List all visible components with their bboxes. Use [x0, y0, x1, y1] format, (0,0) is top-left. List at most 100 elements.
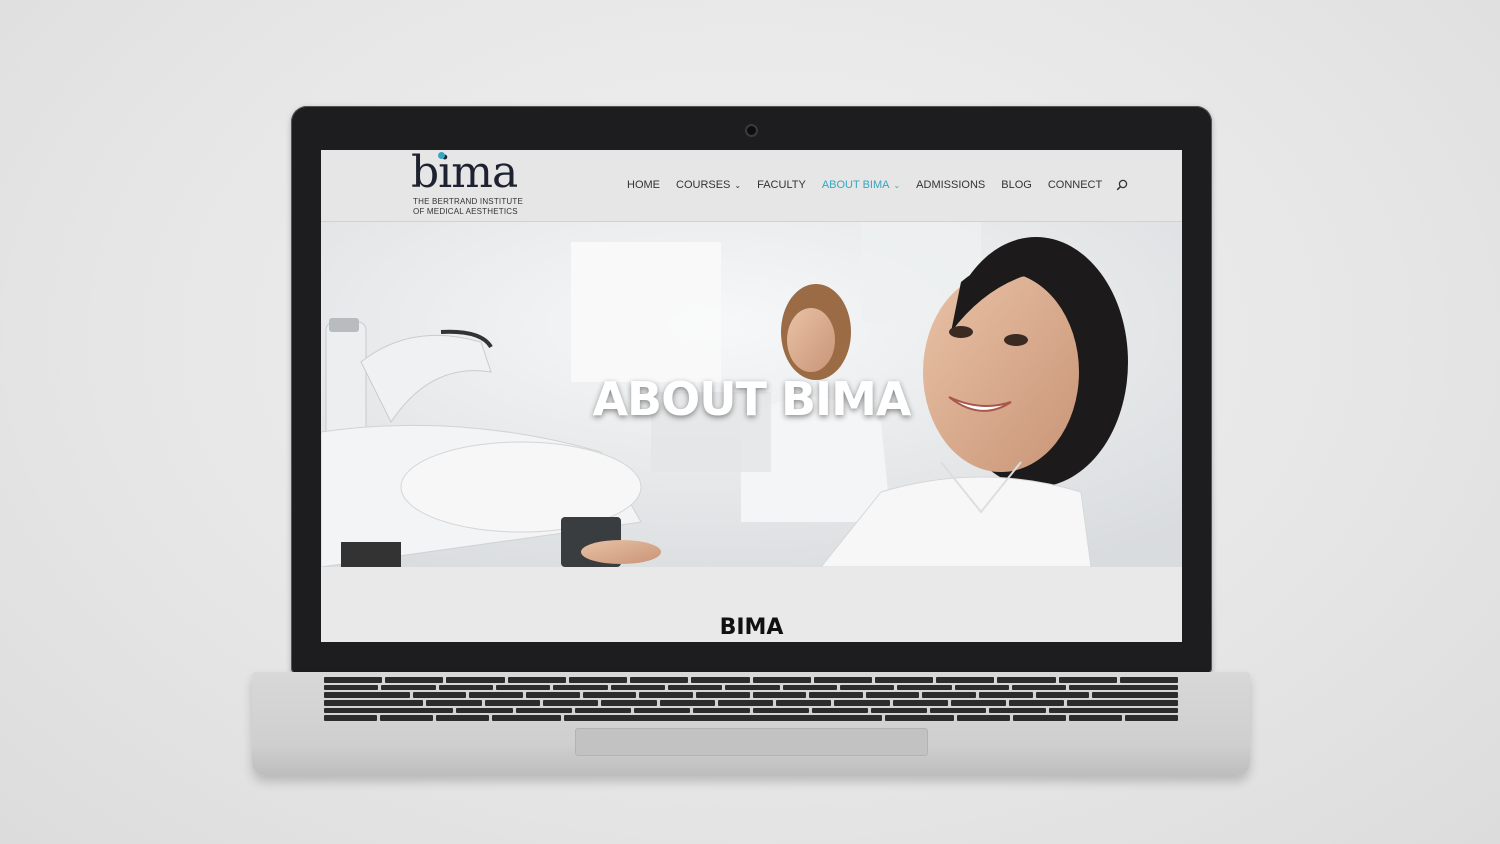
site-logo[interactable]: bima THE BERTRAND INSTITUTE OF MEDICAL A…: [411, 150, 531, 220]
keyboard-row: [324, 692, 1179, 699]
key: [725, 684, 780, 691]
search-icon[interactable]: [1116, 179, 1128, 191]
key: [870, 707, 928, 714]
key: [695, 692, 750, 699]
key: [1009, 700, 1065, 706]
key: [1119, 677, 1179, 683]
key: [324, 677, 383, 683]
nav-item-label: COURSES: [676, 179, 731, 191]
key: [563, 715, 883, 722]
key: [574, 707, 632, 714]
key: [507, 677, 566, 683]
key: [324, 700, 424, 706]
key: [776, 700, 832, 706]
keyboard-row: [324, 677, 1179, 683]
key: [492, 715, 561, 722]
key: [752, 692, 807, 699]
logo-wordmark: bima: [411, 150, 518, 198]
key: [936, 677, 995, 683]
key: [1092, 692, 1179, 699]
nav-item-courses[interactable]: COURSES ⌄: [676, 179, 741, 191]
hero-banner: ABOUT BIMA: [321, 222, 1182, 567]
key: [752, 677, 811, 683]
nav-item-label: BLOG: [1001, 179, 1032, 191]
key: [426, 700, 482, 706]
key: [885, 715, 954, 722]
chevron-down-icon: ⌄: [734, 180, 742, 190]
key: [380, 715, 434, 722]
key: [601, 700, 657, 706]
nav-item-home[interactable]: HOME: [627, 179, 660, 191]
nav-item-admissions[interactable]: ADMISSIONS: [916, 179, 985, 191]
key: [1067, 700, 1178, 706]
key: [989, 707, 1046, 714]
key: [691, 677, 750, 683]
key: [717, 700, 774, 706]
key: [484, 700, 541, 706]
key: [997, 677, 1056, 683]
key: [979, 692, 1033, 699]
key: [495, 684, 551, 691]
key: [1035, 692, 1090, 699]
key: [634, 707, 691, 714]
nav-item-label: FACULTY: [757, 179, 806, 191]
key: [809, 692, 863, 699]
logo-tagline-line2: OF MEDICAL AESTHETICS: [413, 207, 518, 216]
logo-tagline-line1: THE BERTRAND INSTITUTE: [413, 197, 524, 206]
nav-item-about-bima[interactable]: ABOUT BIMA ⌄: [822, 179, 900, 191]
key: [610, 684, 665, 691]
key: [956, 715, 1010, 722]
key: [950, 700, 1007, 706]
key: [630, 677, 689, 683]
key: [782, 684, 837, 691]
key: [526, 692, 580, 699]
section-title: BIMA: [719, 615, 784, 640]
site-header: bima THE BERTRAND INSTITUTE OF MEDICAL A…: [321, 150, 1182, 222]
nav-item-label: HOME: [627, 179, 660, 191]
key: [553, 684, 608, 691]
key: [385, 677, 444, 683]
key: [324, 692, 410, 699]
logo-dot: [438, 152, 445, 159]
key: [515, 707, 572, 714]
key: [412, 692, 467, 699]
webcam-icon: [745, 124, 758, 137]
key: [456, 707, 513, 714]
nav-item-blog[interactable]: BLOG: [1001, 179, 1032, 191]
keyboard-row: [324, 715, 1179, 722]
key: [639, 692, 693, 699]
key: [930, 707, 987, 714]
key: [381, 684, 436, 691]
keyboard-row: [324, 684, 1178, 691]
nav-item-label: CONNECT: [1047, 179, 1103, 191]
key: [324, 707, 454, 714]
key: [954, 684, 1009, 691]
nav-item-connect[interactable]: CONNECT: [1048, 179, 1102, 191]
key: [1048, 707, 1178, 714]
nav-item-faculty[interactable]: FACULTY: [757, 179, 806, 191]
key: [892, 700, 948, 706]
key: [667, 684, 723, 691]
key: [922, 692, 977, 699]
keyboard-row: [324, 707, 1178, 714]
key: [811, 707, 868, 714]
key: [752, 707, 809, 714]
key: [543, 700, 599, 706]
nav-item-label: ABOUT BIMA: [821, 179, 890, 191]
laptop-screen: bima THE BERTRAND INSTITUTE OF MEDICAL A…: [321, 150, 1182, 642]
key: [1012, 715, 1066, 722]
key: [897, 684, 952, 691]
nav-item-label: ADMISSIONS: [916, 179, 986, 191]
main-nav: HOME COURSES ⌄ FACULTY ABOUT BIMA ⌄ ADMI…: [627, 177, 1128, 193]
keyboard-row: [324, 700, 1178, 706]
key: [324, 715, 378, 722]
key: [1069, 684, 1178, 691]
key: [438, 684, 493, 691]
key: [436, 715, 490, 722]
key: [1069, 715, 1123, 722]
trackpad: [575, 728, 928, 756]
key: [813, 677, 872, 683]
key: [1058, 677, 1117, 683]
key: [582, 692, 637, 699]
key: [324, 684, 379, 691]
